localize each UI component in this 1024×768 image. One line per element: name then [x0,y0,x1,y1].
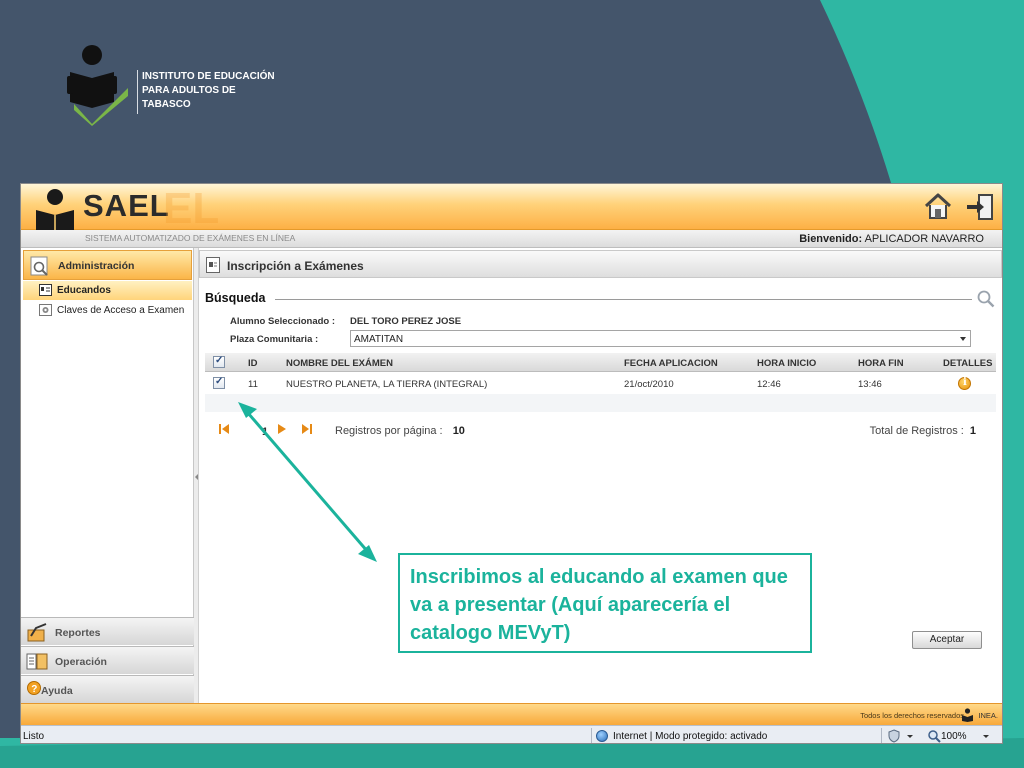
chevron-down-icon[interactable] [983,735,989,738]
sidebar-item-label: Claves de Acceso a Examen [57,305,185,316]
gear-icon [39,304,52,316]
column-header: DETALLES [943,358,993,369]
sidebar: Administración Educandos Claves de Acces… [21,248,194,703]
zoom-magnifier-icon[interactable] [927,729,941,743]
sidebar-section-operacion[interactable]: Operación [21,646,194,674]
panel-title: Inscripción a Exámenes [227,259,364,273]
sidebar-section-label: Administración [58,260,135,272]
welcome-message: Bienvenido: APLICADOR NAVARRO [799,233,984,245]
annotation-callout: Inscribimos al educando al examen que va… [398,553,812,653]
plaza-label: Plaza Comunitaria : [230,334,319,345]
browser-statusbar: Listo Internet | Modo protegido: activad… [21,725,1002,743]
total-records-value: 1 [969,425,976,437]
app-subtitle: SISTEMA AUTOMATIZADO DE EXÁMENES EN LÍNE… [85,233,296,243]
accept-button[interactable]: Aceptar [912,631,982,649]
records-per-page-label: Registros por página : [335,425,443,437]
sidebar-section-label: Ayuda [41,685,73,697]
internet-globe-icon [596,730,608,742]
records-per-page: Registros por página : 10 [335,425,465,437]
column-header: HORA INICIO [757,358,817,369]
operation-icon [26,653,48,670]
logout-icon[interactable] [965,193,995,221]
status-separator [881,728,882,743]
table-body: 11 NUESTRO PLANETA, LA TIERRA (INTEGRAL)… [205,372,996,412]
app-name-watermark: EL [163,184,220,233]
security-shield-icon[interactable] [887,729,901,743]
sidebar-item-label: Educandos [57,285,111,296]
last-page-icon[interactable] [302,424,312,434]
column-header: ID [248,358,258,369]
row-checkbox[interactable] [213,376,225,389]
sidebar-section-reportes[interactable]: Reportes [21,617,194,645]
cell-start-time: 12:46 [757,379,781,390]
column-header: FECHA APLICACION [624,358,718,369]
app-window: SAEL EL SISTEMA AUTOMATIZADO DE EXÁMENES… [20,183,1003,744]
current-page: 1 [262,426,269,438]
institute-name-line: PARA ADULTOS DE [142,85,236,96]
column-header: NOMBRE DEL EXÁMEN [286,358,393,369]
cell-end-time: 13:46 [858,379,882,390]
institute-name: INSTITUTO DE EDUCACIÓN PARA ADULTOS DE T… [142,70,302,112]
search-divider [275,299,972,300]
sidebar-item-claves[interactable]: Claves de Acceso a Examen [23,301,192,320]
cell-date: 21/oct/2010 [624,379,674,390]
document-icon [206,257,220,273]
first-page-icon[interactable] [219,424,229,434]
institute-divider [137,70,138,114]
collapse-arrow-icon[interactable] [195,474,198,480]
institute-name-line: INSTITUTO DE EDUCACIÓN [142,71,275,82]
search-icon[interactable] [977,290,995,308]
app-header: SAEL EL [21,184,1002,239]
next-page-icon[interactable] [278,424,286,434]
security-zone: Internet | Modo protegido: activado [613,731,768,742]
zoom-level[interactable]: 100% [941,731,967,742]
cell-id: 11 [248,379,258,390]
table-header: ID NOMBRE DEL EXÁMEN FECHA APLICACION HO… [205,353,996,372]
svg-text:?: ? [31,684,37,695]
app-footer: Todos los derechos reservados INEA. [21,703,1002,725]
plaza-select[interactable]: AMATITAN [350,330,971,347]
app-subheader: SISTEMA AUTOMATIZADO DE EXÁMENES EN LÍNE… [21,230,1002,248]
sidebar-section-ayuda[interactable]: ? Ayuda [21,675,194,703]
status-separator [591,728,592,743]
panel-title-bar: Inscripción a Exámenes [199,250,1002,278]
table-row[interactable]: 11 NUESTRO PLANETA, LA TIERRA (INTEGRAL)… [205,372,996,394]
total-records-label: Total de Registros : [869,425,964,437]
total-records: Total de Registros : 1 [870,425,976,437]
status-text: Listo [23,731,45,742]
institute-logo-icon [67,45,128,126]
sidebar-section-label: Operación [55,656,107,668]
student-label: Alumno Seleccionado : [230,316,336,327]
records-per-page-value: 10 [452,425,465,437]
institute-name-line: TABASCO [142,99,191,110]
home-icon[interactable] [923,192,953,220]
search-heading: Búsqueda [205,291,266,305]
footer-brand: INEA. [978,711,998,720]
reports-icon [27,623,47,642]
chevron-down-icon[interactable] [907,735,913,738]
sidebar-section-label: Reportes [55,627,101,639]
admin-magnifier-icon [30,256,48,276]
inea-logo-icon [962,708,973,722]
app-name: SAEL [83,188,170,223]
chevron-down-icon [960,337,966,341]
student-value: DEL TORO PEREZ JOSE [350,316,462,327]
sidebar-item-educandos[interactable]: Educandos [23,281,192,300]
details-info-icon[interactable] [958,377,971,390]
welcome-user: APLICADOR NAVARRO [864,233,984,245]
plaza-select-value: AMATITAN [354,334,404,345]
welcome-label: Bienvenido: [799,233,863,245]
column-header: HORA FIN [858,358,904,369]
footer-rights: Todos los derechos reservados [860,711,964,720]
id-card-icon [39,284,52,296]
select-all-checkbox[interactable] [213,355,225,368]
cell-exam-name: NUESTRO PLANETA, LA TIERRA (INTEGRAL) [286,379,488,390]
sidebar-section-administracion[interactable]: Administración [23,250,192,280]
